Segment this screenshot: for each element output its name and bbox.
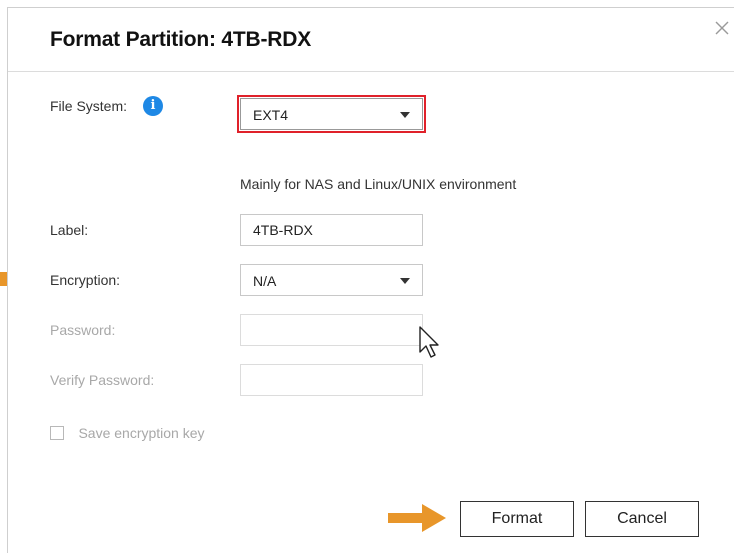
encryption-label: Encryption: <box>50 272 121 288</box>
password-label: Password: <box>50 322 116 338</box>
chevron-down-icon <box>400 278 410 284</box>
file-system-select[interactable]: EXT4 <box>237 95 426 133</box>
label-field-label: Label: <box>50 222 89 238</box>
chevron-down-icon <box>400 112 410 118</box>
verify-password-label: Verify Password: <box>50 372 155 388</box>
encryption-select[interactable]: N/A <box>240 264 423 296</box>
label-input[interactable] <box>240 214 423 246</box>
annotation-arrow-format-icon <box>388 504 446 532</box>
screenshot-stage: Format Partition: 4TB-RDX File System: i… <box>0 0 734 553</box>
dialog-title: Format Partition: 4TB-RDX <box>50 28 312 51</box>
password-input[interactable] <box>240 314 423 346</box>
encryption-value: N/A <box>253 273 277 289</box>
file-system-label: File System: <box>50 98 128 114</box>
cancel-button[interactable]: Cancel <box>585 501 699 537</box>
save-encryption-key-row[interactable]: Save encryption key <box>50 424 205 442</box>
file-system-description: Mainly for NAS and Linux/UNIX environmen… <box>240 176 517 192</box>
info-icon[interactable]: i <box>143 96 163 116</box>
dialog-header: Format Partition: 4TB-RDX <box>8 8 734 72</box>
file-system-value: EXT4 <box>253 107 289 123</box>
close-icon[interactable] <box>710 16 734 40</box>
format-partition-dialog: Format Partition: 4TB-RDX File System: i… <box>7 7 734 553</box>
save-encryption-key-checkbox[interactable] <box>50 425 64 440</box>
mouse-pointer-icon <box>419 326 439 358</box>
verify-password-input[interactable] <box>240 364 423 396</box>
save-encryption-key-label: Save encryption key <box>78 424 205 441</box>
format-button[interactable]: Format <box>460 501 574 537</box>
